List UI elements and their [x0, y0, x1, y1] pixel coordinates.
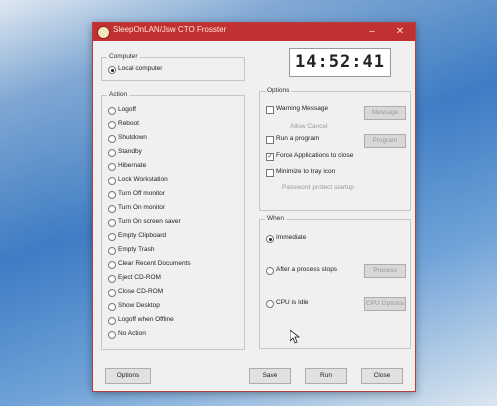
run-program-check [266, 136, 274, 144]
action-option-label: Lock Workstation [118, 176, 168, 183]
options-button[interactable]: Options [105, 368, 151, 384]
close-button[interactable]: Close [361, 368, 403, 384]
action-option-label: Empty Clipboard [118, 232, 167, 239]
action-option-radio [108, 275, 116, 283]
action-option-radio [108, 219, 116, 227]
app-window: SleepOnLAN/Jsw CTO Frosster – ✕ Computer… [92, 22, 416, 392]
options-group-label: Options [265, 86, 292, 96]
action-group: Action Logoff Reboot Shutdown Standby Hibern… [101, 90, 245, 350]
action-option-label: Clear Recent Documents [118, 260, 191, 267]
process-button[interactable]: Process [364, 264, 406, 278]
password-protect-label: Password protect startup [282, 184, 354, 191]
action-option-radio [108, 205, 116, 213]
run-program-label: Run a program [276, 135, 320, 142]
action-option-label: Turn Off monitor [118, 190, 165, 197]
close-window-button[interactable]: ✕ [391, 24, 409, 39]
action-option-label: Show Desktop [118, 302, 160, 309]
action-option-radio [108, 261, 116, 269]
warning-message-label: Warning Message [276, 105, 329, 112]
program-button[interactable]: Program [364, 134, 406, 148]
message-button[interactable]: Message [364, 106, 406, 120]
allow-cancel-label: Allow Cancel [290, 123, 328, 130]
force-apps-close-label: Force Applications to close [276, 152, 354, 159]
action-option-label: Reboot [118, 120, 139, 127]
local-computer-radio-dot [108, 66, 116, 74]
after-process-radio-dot [266, 267, 274, 275]
action-option-label: No Action [118, 330, 146, 337]
action-option-label: Hibernate [118, 162, 147, 169]
app-logo-icon [97, 26, 110, 39]
action-option-radio [108, 163, 116, 171]
minimize-tray-check [266, 169, 274, 177]
action-option-label: Close CD-ROM [118, 288, 164, 295]
when-group: When Immediate After a process stops Pro… [259, 214, 411, 349]
after-process-label: After a process stops [276, 266, 338, 273]
minimize-tray-label: Minimize to tray icon [276, 168, 336, 175]
title-bar[interactable]: SleepOnLAN/Jsw CTO Frosster – ✕ [93, 23, 415, 41]
clock-display: 14:52:41 [289, 48, 391, 77]
action-option-radio [108, 135, 116, 143]
immediate-radio-dot [266, 235, 274, 243]
action-option-radio [108, 191, 116, 199]
computer-group: Computer Local computer [101, 52, 245, 81]
action-option-radio [108, 247, 116, 255]
action-option-radio [108, 303, 116, 311]
action-option-label: Logoff when Offline [118, 316, 174, 323]
action-option-label: Eject CD-ROM [118, 274, 161, 281]
action-option-radio [108, 317, 116, 325]
window-title: SleepOnLAN/Jsw CTO Frosster [113, 25, 227, 34]
save-button[interactable]: Save [249, 368, 291, 384]
action-option-label: Shutdown [118, 134, 147, 141]
local-computer-label: Local computer [118, 65, 163, 72]
action-option-radio [108, 121, 116, 129]
force-apps-close-check: ✓ [266, 153, 274, 161]
action-option-label: Empty Trash [118, 246, 155, 253]
computer-group-label: Computer [107, 52, 140, 62]
action-option-radio [108, 149, 116, 157]
action-option-label: Logoff [118, 106, 136, 113]
warning-message-check [266, 106, 274, 114]
action-option-radio [108, 331, 116, 339]
run-button[interactable]: Run [305, 368, 347, 384]
action-option-radio [108, 233, 116, 241]
options-group: Options Warning Message Message Allow Ca… [259, 86, 411, 211]
action-option-radio [108, 107, 116, 115]
action-option-label: Turn On screen saver [118, 218, 181, 225]
mouse-cursor-icon [290, 330, 300, 344]
action-option-label: Turn On monitor [118, 204, 166, 211]
action-group-label: Action [107, 90, 130, 100]
when-group-label: When [265, 214, 286, 224]
cpu-options-button[interactable]: CPU Options [364, 297, 406, 311]
cpu-idle-label: CPU is Idle [276, 299, 309, 306]
action-option-radio [108, 289, 116, 297]
action-option-label: Standby [118, 148, 142, 155]
action-option-radio [108, 177, 116, 185]
immediate-label: Immediate [276, 234, 307, 241]
cpu-idle-radio-dot [266, 300, 274, 308]
minimize-button[interactable]: – [363, 24, 381, 39]
